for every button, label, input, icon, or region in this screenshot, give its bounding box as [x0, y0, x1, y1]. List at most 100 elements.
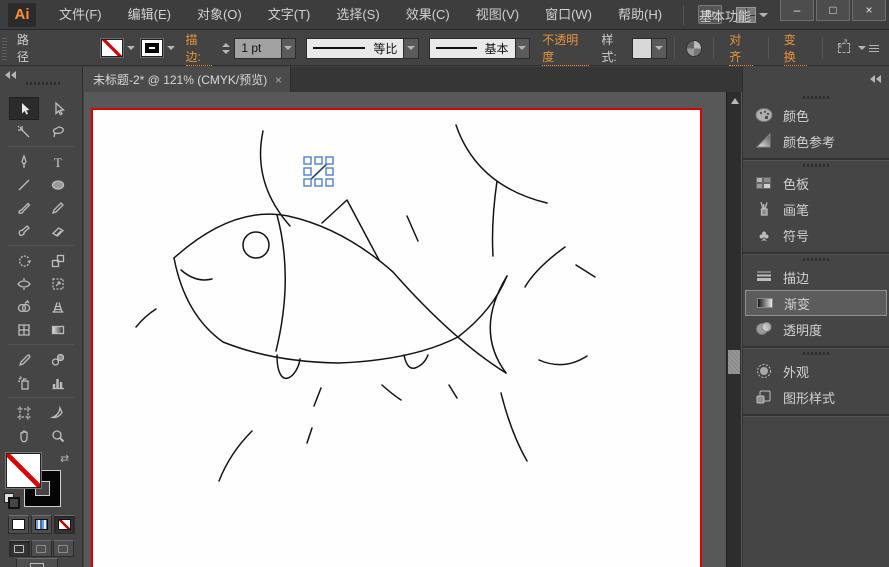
pencil-tool[interactable]	[43, 196, 73, 219]
vertical-scrollbar[interactable]	[726, 92, 741, 567]
gradient-tool[interactable]	[43, 318, 73, 341]
gradient-button[interactable]	[31, 515, 52, 534]
menu-item-window[interactable]: 窗口(W)	[532, 0, 605, 30]
swap-fill-stroke-icon[interactable]: ⇄	[60, 452, 69, 465]
type-tool[interactable]: T	[43, 150, 73, 173]
workspace-switcher[interactable]: 基本功能	[699, 0, 767, 30]
eraser-tool[interactable]	[43, 219, 73, 242]
zoom-tool[interactable]	[43, 424, 73, 447]
collapse-tools-icon[interactable]	[5, 71, 16, 79]
free-transform-tool[interactable]	[43, 272, 73, 295]
panel-tab-stroke[interactable]: 描边	[743, 264, 889, 290]
lasso-tool[interactable]	[43, 120, 73, 143]
maximize-button[interactable]: □	[816, 0, 850, 21]
draw-normal-button[interactable]	[9, 540, 30, 557]
menu-item-view[interactable]: 视图(V)	[463, 0, 532, 30]
selection-handles[interactable]	[304, 157, 333, 186]
menu-item-effect[interactable]: 效果(C)	[393, 0, 463, 30]
menu-lines-icon	[869, 44, 879, 52]
panel-tab-brushes[interactable]: 画笔	[743, 196, 889, 222]
drag-grip-icon[interactable]	[803, 164, 829, 167]
direct-selection-tool[interactable]	[43, 97, 73, 120]
recolor-artwork-icon[interactable]	[686, 40, 703, 57]
width-profile-dropdown[interactable]	[404, 38, 419, 59]
hand-tool[interactable]	[9, 424, 39, 447]
panel-tab-color[interactable]: 颜色	[743, 102, 889, 128]
panel-tab-symbols[interactable]: ♣ 符号	[743, 222, 889, 248]
stroke-weight-dropdown[interactable]	[282, 38, 297, 59]
panel-tab-graphic-styles[interactable]: 图形样式	[743, 384, 889, 410]
artboard[interactable]	[91, 108, 702, 567]
brush-definition-select[interactable]: 基本	[429, 38, 516, 59]
menu-item-type[interactable]: 文字(T)	[255, 0, 324, 30]
control-bar-menu-button[interactable]	[858, 44, 879, 52]
default-fill-stroke-icon[interactable]	[4, 493, 16, 505]
none-button[interactable]	[54, 515, 75, 534]
close-button[interactable]: ×	[852, 0, 886, 21]
bounding-box-icon[interactable]	[836, 41, 852, 55]
drag-grip-icon[interactable]	[803, 258, 829, 261]
close-tab-icon[interactable]: ×	[269, 73, 282, 87]
panel-tab-swatches[interactable]: 色板	[743, 170, 889, 196]
color-button[interactable]	[8, 515, 29, 534]
blend-tool[interactable]	[43, 348, 73, 371]
screen-mode-button[interactable]	[16, 558, 58, 567]
width-tool[interactable]	[9, 272, 39, 295]
draw-inside-button[interactable]	[53, 540, 74, 557]
brush-definition-dropdown[interactable]	[516, 38, 531, 59]
line-segment-tool[interactable]	[9, 173, 39, 196]
menu-item-select[interactable]: 选择(S)	[323, 0, 392, 30]
drag-grip-icon[interactable]	[803, 352, 829, 355]
draw-behind-button[interactable]	[31, 540, 52, 557]
fish-eye	[243, 232, 269, 258]
magic-wand-tool[interactable]	[9, 120, 39, 143]
slice-tool[interactable]	[43, 401, 73, 424]
drag-grip-icon[interactable]	[26, 82, 60, 85]
align-link[interactable]: 对齐	[729, 31, 753, 66]
style-dropdown[interactable]	[652, 38, 667, 59]
menu-item-object[interactable]: 对象(O)	[184, 0, 255, 30]
rotate-tool[interactable]	[9, 249, 39, 272]
stroke-color-button[interactable]	[141, 39, 175, 57]
stroke-weight-stepper[interactable]	[222, 43, 230, 54]
drag-grip-icon[interactable]	[2, 36, 7, 60]
symbol-sprayer-tool[interactable]	[9, 371, 39, 394]
pen-tool[interactable]	[9, 150, 39, 173]
opacity-link[interactable]: 不透明度	[542, 31, 589, 66]
stroke-panel-link[interactable]: 描边:	[186, 31, 213, 66]
drag-grip-icon[interactable]	[803, 96, 829, 99]
ellipse-tool[interactable]	[43, 173, 73, 196]
shape-builder-tool[interactable]	[9, 295, 39, 318]
document-tab[interactable]: 未标题-2* @ 121% (CMYK/预览) ×	[83, 67, 291, 92]
panel-tab-appearance[interactable]: 外观	[743, 358, 889, 384]
scrollbar-thumb[interactable]	[728, 350, 740, 374]
artboard-tool[interactable]	[9, 401, 39, 424]
panel-tab-color-guide[interactable]: 颜色参考	[743, 128, 889, 154]
transform-link[interactable]: 变换	[784, 31, 808, 66]
scroll-up-button[interactable]	[727, 94, 742, 108]
mesh-tool[interactable]	[9, 318, 39, 341]
column-graph-tool[interactable]	[43, 371, 73, 394]
collapse-panels-icon[interactable]	[870, 75, 881, 83]
menu-item-edit[interactable]: 编辑(E)	[115, 0, 184, 30]
selection-tool[interactable]	[9, 97, 39, 120]
perspective-grid-tool[interactable]	[43, 295, 73, 318]
panel-tab-gradient[interactable]: 渐变	[745, 290, 887, 316]
gradient-icon	[35, 519, 48, 530]
menu-item-file[interactable]: 文件(F)	[46, 0, 115, 30]
panel-tab-transparency[interactable]: 透明度	[743, 316, 889, 342]
eyedropper-tool[interactable]	[9, 348, 39, 371]
fill-color-button[interactable]	[101, 39, 135, 57]
graphic-style-swatch[interactable]	[632, 38, 652, 59]
width-profile-select[interactable]: 等比	[306, 38, 404, 59]
menu-item-help[interactable]: 帮助(H)	[605, 0, 675, 30]
blob-brush-tool[interactable]	[9, 219, 39, 242]
minimize-button[interactable]: –	[780, 0, 814, 21]
paintbrush-tool[interactable]	[9, 196, 39, 219]
fill-color-swatch-none[interactable]	[6, 453, 41, 488]
fish-artwork[interactable]	[93, 110, 700, 567]
scale-tool[interactable]	[43, 249, 73, 272]
graphic-styles-panel-icon	[754, 388, 774, 406]
stroke-weight-value[interactable]: 1 pt	[234, 38, 281, 59]
canvas[interactable]	[84, 92, 742, 567]
